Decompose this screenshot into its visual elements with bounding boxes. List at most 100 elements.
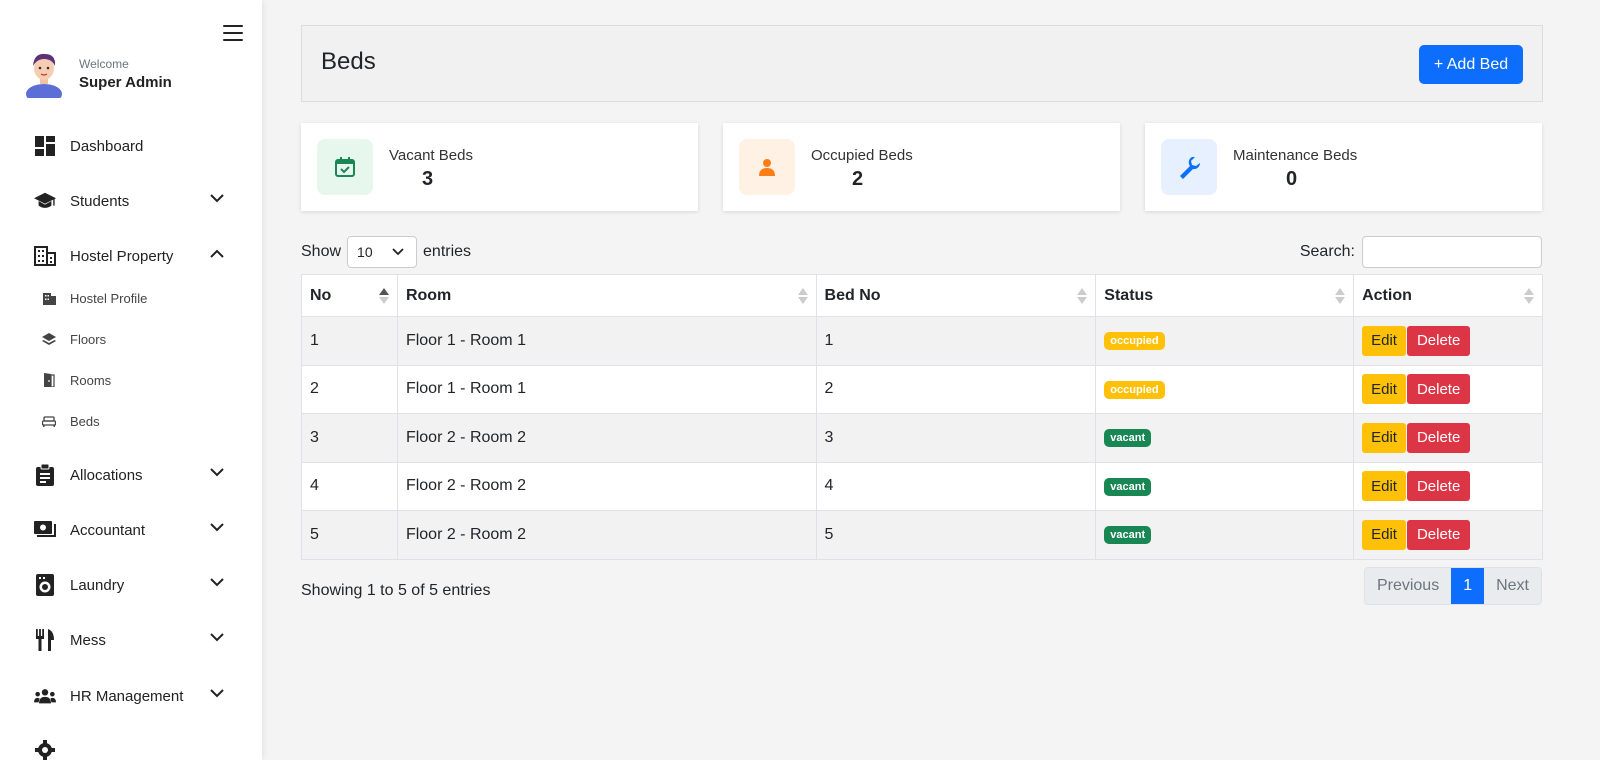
user-icon [739,139,795,195]
cell-room: Floor 2 - Room 2 [396,413,817,463]
page-header: Beds + Add Bed [301,25,1543,102]
delete-button[interactable]: Delete [1406,471,1471,502]
cell-action: Edit Delete [1353,510,1543,560]
sidebar-item-label: Dashboard [70,137,144,155]
sidebar-item-label: Students [70,192,130,210]
cell-status: vacant [1095,510,1355,560]
cell-no: 3 [301,413,398,463]
column-header-status[interactable]: Status [1095,274,1355,317]
sidebar-subitem-floors[interactable]: Floors [42,327,106,351]
clipboard-icon [34,464,56,486]
cell-status: occupied [1095,316,1355,366]
add-bed-button[interactable]: + Add Bed [1419,45,1523,84]
status-badge: vacant [1104,477,1152,496]
chevron-up-icon [210,249,224,258]
delete-button[interactable]: Delete [1406,422,1471,453]
washing-machine-icon [34,574,56,596]
stat-label: Occupied Beds [811,147,913,164]
cell-bed-no: 1 [815,316,1097,366]
search-input[interactable] [1362,236,1542,268]
edit-button[interactable]: Edit [1362,325,1406,356]
chevron-down-icon [210,578,224,587]
pagination-next[interactable]: Next [1484,568,1541,604]
cell-room: Floor 1 - Room 1 [396,364,817,414]
chevron-down-icon [392,248,404,256]
cell-room: Floor 2 - Room 2 [396,510,817,560]
sidebar-subitem-label: Rooms [70,372,112,388]
building-icon [34,245,56,267]
sidebar-item-hostel-property[interactable]: Hostel Property [34,241,234,271]
stat-value: 2 [852,168,864,190]
column-header-room[interactable]: Room [396,274,817,317]
sidebar-subitem-label: Beds [70,413,100,429]
cell-no: 1 [301,316,398,366]
sidebar-subitem-label: Hostel Profile [70,290,148,306]
cell-bed-no: 5 [815,510,1097,560]
hamburger-menu-icon[interactable] [223,25,243,41]
cell-bed-no: 4 [815,461,1097,511]
pagination-previous[interactable]: Previous [1364,568,1452,604]
status-badge: vacant [1104,526,1152,545]
utensils-icon [34,629,56,651]
entries-length-control: Show 10 entries [301,236,471,268]
sidebar-item-mess[interactable]: Mess [34,625,234,655]
sidebar-subitem-rooms[interactable]: Rooms [42,368,111,392]
sidebar-subitem-hostel-profile[interactable]: Hostel Profile [42,286,147,310]
sidebar-item-hr-management[interactable]: HR Management [34,681,234,711]
stat-value: 0 [1286,168,1298,190]
stat-card-vacant: Vacant Beds 3 [301,123,698,211]
cell-action: Edit Delete [1353,461,1543,511]
cell-status: occupied [1095,364,1355,414]
pagination-page-1[interactable]: 1 [1451,568,1485,604]
cell-bed-no: 2 [815,364,1097,414]
user-profile: Welcome Super Admin [24,50,172,98]
cell-bed-no: 3 [815,413,1097,463]
sidebar-subitem-beds[interactable]: Beds [42,409,100,433]
table-row: 4 Floor 2 - Room 2 4 vacant Edit Delete [301,461,1543,511]
show-label: Show [301,243,342,260]
sidebar-item-dashboard[interactable]: Dashboard [34,131,234,161]
status-badge: occupied [1104,380,1165,399]
delete-button[interactable]: Delete [1406,374,1471,405]
sidebar-item-students[interactable]: Students [34,186,234,216]
gear-icon [35,740,55,760]
chevron-down-icon [210,194,224,203]
table-row: 1 Floor 1 - Room 1 1 occupied Edit Delete [301,316,1543,366]
edit-button[interactable]: Edit [1362,422,1406,453]
cell-action: Edit Delete [1353,316,1543,366]
table-search: Search: [1300,236,1542,268]
cell-status: vacant [1095,413,1355,463]
edit-button[interactable]: Edit [1362,374,1406,405]
sidebar: Welcome Super Admin Dashboard Students H… [0,0,262,760]
stat-card-maintenance: Maintenance Beds 0 [1145,123,1542,211]
pagination: Previous 1 Next [1363,567,1542,605]
page-title: Beds [321,48,376,75]
cell-room: Floor 1 - Room 1 [396,316,817,366]
calendar-check-icon [317,139,373,195]
cell-no: 4 [301,461,398,511]
edit-button[interactable]: Edit [1362,519,1406,550]
column-header-action[interactable]: Action [1353,274,1543,317]
cell-action: Edit Delete [1353,413,1543,463]
chevron-down-icon [210,689,224,698]
cell-no: 5 [301,510,398,560]
table-row: 2 Floor 1 - Room 1 2 occupied Edit Delete [301,364,1543,414]
cell-no: 2 [301,364,398,414]
column-header-no[interactable]: No [301,274,398,317]
edit-button[interactable]: Edit [1362,471,1406,502]
column-header-bed-no[interactable]: Bed No [815,274,1097,317]
delete-button[interactable]: Delete [1406,325,1471,356]
entries-length-select[interactable]: 10 [347,236,418,268]
status-badge: occupied [1104,332,1165,351]
graduation-cap-icon [34,190,56,212]
sidebar-item-accountant[interactable]: Accountant [34,515,234,545]
table-row: 5 Floor 2 - Room 2 5 vacant Edit Delete [301,510,1543,560]
chevron-down-icon [210,523,224,532]
delete-button[interactable]: Delete [1406,519,1471,550]
sidebar-item-allocations[interactable]: Allocations [34,460,234,490]
sidebar-item-label: Allocations [70,466,143,484]
sidebar-item-laundry[interactable]: Laundry [34,570,234,600]
user-name: Super Admin [79,74,172,91]
status-badge: vacant [1104,429,1152,448]
wrench-icon [1161,139,1217,195]
